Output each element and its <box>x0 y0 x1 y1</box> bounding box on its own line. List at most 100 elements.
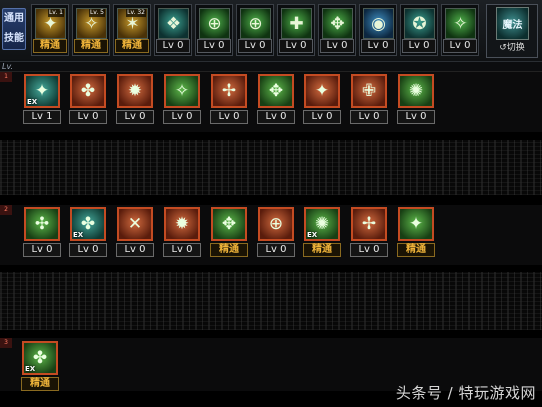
row-marker: 2 <box>0 205 12 215</box>
skill-icon: ✥ <box>322 8 353 39</box>
skill-icon: ✤ <box>70 74 106 108</box>
skill-slot[interactable]: ⊕ Lv 0 <box>257 207 295 257</box>
skill-slot[interactable]: ✥ Lv 0 <box>257 74 295 124</box>
common-skill-bar: 通用 技能 Lv. 1 ✦ 精通 Lv. 5 ✧ 精通 Lv. 32 ✶ 精通 ❖ L… <box>0 0 542 62</box>
skill-icon: ✧ <box>164 74 200 108</box>
skill-slot[interactable]: ✤ EX 精通 <box>21 341 59 391</box>
common-skill-slot-8[interactable]: ✥ Lv 0 <box>318 4 356 56</box>
skill-level: Lv 0 <box>303 110 341 124</box>
common-skill-slot-9[interactable]: ◉ Lv 0 <box>359 4 397 56</box>
skill-icon: ✣ <box>24 207 60 241</box>
obscured-area <box>0 140 542 195</box>
skill-slot[interactable]: ✹ Lv 0 <box>163 207 201 257</box>
skill-icon: ✢ <box>211 74 247 108</box>
row-marker: 3 <box>0 338 12 348</box>
swap-label: ↺切换 <box>499 43 525 53</box>
skill-icon: ✙ <box>351 74 387 108</box>
skill-level: Lv 0 <box>257 243 295 257</box>
skill-level: Lv 0 <box>238 39 272 53</box>
common-skill-slot-3[interactable]: Lv. 32 ✶ 精通 <box>113 4 151 56</box>
skill-icon: ✤ EX <box>22 341 58 375</box>
skill-level: Lv 0 <box>279 39 313 53</box>
common-skill-slot-5[interactable]: ⊕ Lv 0 <box>195 4 233 56</box>
skill-level: Lv 1 <box>23 110 61 124</box>
skill-icon: ⊕ <box>240 8 271 39</box>
skill-level: Lv 0 <box>69 243 107 257</box>
skill-slot[interactable]: ✕ Lv 0 <box>116 207 154 257</box>
skill-icon: ✥ <box>211 207 247 241</box>
skill-level: Lv 0 <box>69 110 107 124</box>
skill-slot[interactable]: ✣ Lv 0 <box>23 207 61 257</box>
skill-icon: ✤ EX <box>70 207 106 241</box>
common-skill-slot-2[interactable]: Lv. 5 ✧ 精通 <box>72 4 110 56</box>
skill-level: Lv 0 <box>23 243 61 257</box>
skill-icon: ✺ <box>398 74 434 108</box>
common-skill-slot-7[interactable]: ✚ Lv 0 <box>277 4 315 56</box>
skill-level: Lv 0 <box>350 110 388 124</box>
skill-level: Lv 0 <box>116 243 154 257</box>
skill-icon: ✧ <box>445 8 476 39</box>
skill-level: Lv 0 <box>443 39 477 53</box>
common-skill-slot-1[interactable]: Lv. 1 ✦ 精通 <box>31 4 69 56</box>
skill-icon: Lv. 5 ✧ <box>76 8 107 39</box>
skill-level: 精通 <box>33 39 67 53</box>
skill-slot[interactable]: ✦ Lv 0 <box>303 74 341 124</box>
skill-icon: ✦ <box>304 74 340 108</box>
skill-level: Lv 0 <box>361 39 395 53</box>
skill-icon: ✚ <box>281 8 312 39</box>
skill-level: 精通 <box>74 39 108 53</box>
skill-slot[interactable]: ✹ Lv 0 <box>116 74 154 124</box>
skill-level: Lv 0 <box>156 39 190 53</box>
skill-icon: ✥ <box>258 74 294 108</box>
skill-slot[interactable]: ✤ EX Lv 0 <box>69 207 107 257</box>
skill-icon: ✹ <box>117 74 153 108</box>
skill-icon: ✪ <box>404 8 435 39</box>
common-skill-slot-11[interactable]: ✧ Lv 0 <box>441 4 479 56</box>
swap-icon: 魔法 <box>496 7 529 40</box>
skill-slot[interactable]: ✢ Lv 0 <box>350 207 388 257</box>
skill-level: Lv 0 <box>350 243 388 257</box>
skill-icon: ✹ <box>164 207 200 241</box>
skill-slot[interactable]: ✺ EX 精通 <box>303 207 341 257</box>
skill-row-2: 2 ✣ Lv 0 ✤ EX Lv 0 ✕ Lv 0 ✹ Lv 0 ✥ 精通 ⊕ L… <box>0 205 542 265</box>
skill-slot[interactable]: ✦ EX Lv 1 <box>23 74 61 124</box>
skill-level: Lv 0 <box>116 110 154 124</box>
skill-slot[interactable]: ✦ 精通 <box>397 207 435 257</box>
skill-slot[interactable]: ✥ 精通 <box>210 207 248 257</box>
common-skill-slot-4[interactable]: ❖ Lv 0 <box>154 4 192 56</box>
skill-row-1: 1 ✦ EX Lv 1 ✤ Lv 0 ✹ Lv 0 ✧ Lv 0 ✢ Lv 0 ✥… <box>0 72 542 132</box>
skill-icon: ✢ <box>351 207 387 241</box>
skill-slot[interactable]: ✤ Lv 0 <box>69 74 107 124</box>
common-skill-slot-6[interactable]: ⊕ Lv 0 <box>236 4 274 56</box>
skill-slot[interactable]: ✙ Lv 0 <box>350 74 388 124</box>
skill-icon: ✺ EX <box>304 207 340 241</box>
skill-level: Lv 0 <box>163 110 201 124</box>
skill-level: Lv 0 <box>163 243 201 257</box>
row-marker: 1 <box>0 72 12 82</box>
skill-slot[interactable]: ✧ Lv 0 <box>163 74 201 124</box>
common-skill-label: 通用 技能 <box>2 8 26 50</box>
skill-level: Lv 0 <box>210 110 248 124</box>
skill-slot[interactable]: ✺ Lv 0 <box>397 74 435 124</box>
skill-icon: ✕ <box>117 207 153 241</box>
obscured-area <box>0 272 542 330</box>
common-skill-slot-10[interactable]: ✪ Lv 0 <box>400 4 438 56</box>
skill-icon: Lv. 1 ✦ <box>35 8 66 39</box>
skill-slot[interactable]: ✢ Lv 0 <box>210 74 248 124</box>
skill-icon: ✦ EX <box>24 74 60 108</box>
common-skill-label-line2: 技能 <box>4 33 24 44</box>
skill-icon: Lv. 32 ✶ <box>117 8 148 39</box>
common-skill-label-line1: 通用 <box>4 13 24 24</box>
magic-swap-button[interactable]: 魔法 ↺切换 <box>486 4 538 58</box>
skill-icon: ❖ <box>158 8 189 39</box>
skill-level: 精通 <box>397 243 435 257</box>
level-column-header: Lv. <box>0 62 542 72</box>
skill-level: Lv 0 <box>402 39 436 53</box>
skill-level: 精通 <box>210 243 248 257</box>
skill-level: Lv 0 <box>397 110 435 124</box>
skill-icon: ⊕ <box>199 8 230 39</box>
watermark: 头条号 / 特玩游戏网 <box>395 384 536 402</box>
skill-level: 精通 <box>303 243 341 257</box>
skill-level: 精通 <box>115 39 149 53</box>
skill-icon: ⊕ <box>258 207 294 241</box>
